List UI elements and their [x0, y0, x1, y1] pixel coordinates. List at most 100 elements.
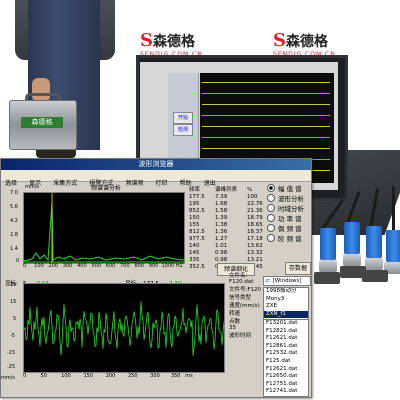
sensor-mount	[314, 272, 340, 284]
sensor-icon	[366, 226, 382, 258]
laptop-trace	[202, 104, 330, 105]
menu-spectrum[interactable]: 频谱频	[125, 178, 143, 189]
brand-s-icon: S	[140, 30, 153, 51]
radio-icon[interactable]	[267, 224, 275, 232]
wave-x-tick: 50	[40, 373, 47, 379]
spectrum-y-tick: 2.8	[10, 232, 18, 238]
file-item[interactable]: F13201.dat	[264, 320, 308, 328]
mode-option[interactable]: 阶 频 谱	[267, 234, 311, 244]
peak-table-cell: 150	[189, 215, 200, 221]
file-item[interactable]: F12650.dat	[264, 373, 308, 381]
laptop-trace	[202, 115, 330, 116]
wave-x-tick: 150	[83, 373, 93, 379]
file-item[interactable]: F125.dat	[264, 358, 308, 366]
peak-table-cell: 335	[189, 257, 200, 263]
radio-icon[interactable]	[267, 234, 275, 242]
mode-option[interactable]: 幅 值 谱	[267, 184, 311, 194]
folder-item[interactable]: Mony3	[264, 296, 308, 304]
file-item[interactable]: F12861.dat	[264, 343, 308, 351]
peak-table: 频率 谱峰列表 % 177.5 7.39 100 195 1.68 22.76 852.5 1…	[187, 187, 267, 271]
file-list[interactable]: F13201.dat F12821.dat F12621.dat F12861.dat…	[263, 319, 309, 397]
waveform-trace	[23, 301, 225, 356]
laptop-trace	[202, 148, 330, 149]
wave-y-tick: -5	[10, 333, 15, 339]
spectrum-x-tick: 600	[105, 263, 116, 269]
menu-acquisition[interactable]: 采集方式	[53, 178, 77, 189]
window-title: 波形浏览器	[138, 160, 174, 168]
spectrum-x-tick: 400	[77, 263, 87, 269]
laptop-trace	[202, 82, 330, 83]
menu-print[interactable]: 打印	[156, 178, 168, 189]
waveform-plot[interactable]	[23, 283, 225, 373]
laptop-detect-button: 检测	[173, 124, 193, 136]
peak-table-row: 155 1.38 18.65	[187, 222, 267, 229]
file-item[interactable]: F13001.dat	[264, 396, 308, 397]
spectrum-x-axis: 0 100 200 300 400 500 600 700 800 900 10…	[23, 263, 195, 269]
peak-table-cell: 155	[189, 222, 200, 228]
spectrum-x-tick: 100	[34, 263, 44, 269]
spectrum-y-tick: 4.2	[10, 218, 18, 224]
peak-table-cell: 352.5	[189, 264, 205, 270]
spectrum-title: 频谱谱分析	[91, 185, 122, 192]
wave-x-unit: ms	[185, 373, 193, 379]
spectrum-unit: mm/s	[25, 184, 40, 190]
peak-table-cell: 1.27	[215, 236, 228, 242]
radio-icon[interactable]	[267, 194, 275, 202]
wave-x-tick: 100	[61, 373, 71, 379]
radio-icon[interactable]	[267, 184, 275, 192]
folder-item[interactable]: ZXN_f1	[264, 310, 308, 319]
peak-table-cell: 1.01	[215, 243, 228, 249]
spectrum-y-tick: 1.4	[10, 246, 18, 252]
file-item[interactable]: F12751.dat	[264, 381, 308, 389]
mode-label: 波形分析	[278, 195, 304, 203]
folder-item[interactable]: 1998振动分	[264, 288, 308, 296]
spectrum-x-tick: 0	[23, 263, 27, 269]
peak-table-cell: 13.32	[247, 250, 263, 256]
radio-icon[interactable]	[267, 204, 275, 212]
peak-table-cell: 1.58	[215, 208, 228, 214]
brand-logo-right: S森德格 SENDIG.COM.CN	[273, 30, 336, 58]
file-item[interactable]: F12532.dat	[264, 350, 308, 358]
menu-select[interactable]: 选择	[5, 178, 17, 189]
wave-x-tick: 0	[23, 373, 27, 379]
file-item[interactable]: F12621.dat	[264, 366, 308, 374]
sensor-base	[343, 254, 361, 266]
sensor-base	[319, 260, 337, 272]
drive-select[interactable]: c: [Windows]	[263, 276, 311, 286]
peak-table-row: 150 1.39 18.79	[187, 215, 267, 222]
laptop-trace	[202, 93, 330, 94]
peak-table-row: 812.5 1.36 18.37	[187, 229, 267, 236]
mode-option[interactable]: 功 率 谱	[267, 214, 311, 224]
spectrum-x-tick: 1000	[161, 263, 175, 269]
folder-list[interactable]: 1998振动分 Mony3 ZXE ZXN_f1	[263, 287, 309, 320]
peak-table-cell: 1.68	[215, 201, 228, 207]
mode-label: 时域分析	[278, 205, 304, 213]
wave-unit: mm/s	[1, 375, 16, 381]
menu-bar: 选择 显示 采集方式 报警方式 频谱频 打印 帮助 退出	[1, 170, 311, 187]
peak-table-cell: 145	[189, 250, 200, 256]
wave-x-axis: 0 50 100 150 200 250 300 350 ms	[23, 373, 243, 379]
peak-table-cell: 140	[189, 243, 200, 249]
mode-option[interactable]: 波形分析	[267, 194, 311, 204]
peak-table-cell: 1.39	[215, 215, 228, 221]
mode-option[interactable]: 倒 频 谱	[267, 224, 311, 234]
analysis-mode-group: 幅 值 谱波形分析时域分析功 率 谱倒 频 谱阶 频 谱	[267, 184, 311, 244]
peak-table-cell: 1.36	[215, 229, 228, 235]
peak-table-body: 177.5 7.39 100 195 1.68 22.76 852.5 1.58 21.36 15…	[187, 194, 267, 271]
file-item[interactable]: F12821.dat	[264, 328, 308, 336]
peak-table-cell: 177.5	[189, 194, 205, 200]
peak-table-cell: 21.36	[247, 208, 263, 214]
spectrum-plot[interactable]	[23, 192, 185, 264]
file-item[interactable]: F12621.dat	[264, 335, 308, 343]
folder-item[interactable]: ZXE	[264, 303, 308, 311]
wave-x-tick: 300	[150, 373, 160, 379]
radio-icon[interactable]	[267, 214, 275, 222]
mode-option[interactable]: 时域分析	[267, 204, 311, 214]
spectrum-x-tick: 500	[91, 263, 101, 269]
spectrum-x-tick: 800	[134, 263, 144, 269]
save-data-button[interactable]: 存数据	[285, 262, 311, 275]
spectrum-x-unit: HZ	[175, 263, 184, 269]
file-item[interactable]: F12741.dat	[264, 388, 308, 396]
sensor-icon	[386, 230, 400, 262]
brand-s-icon: S	[273, 30, 286, 51]
